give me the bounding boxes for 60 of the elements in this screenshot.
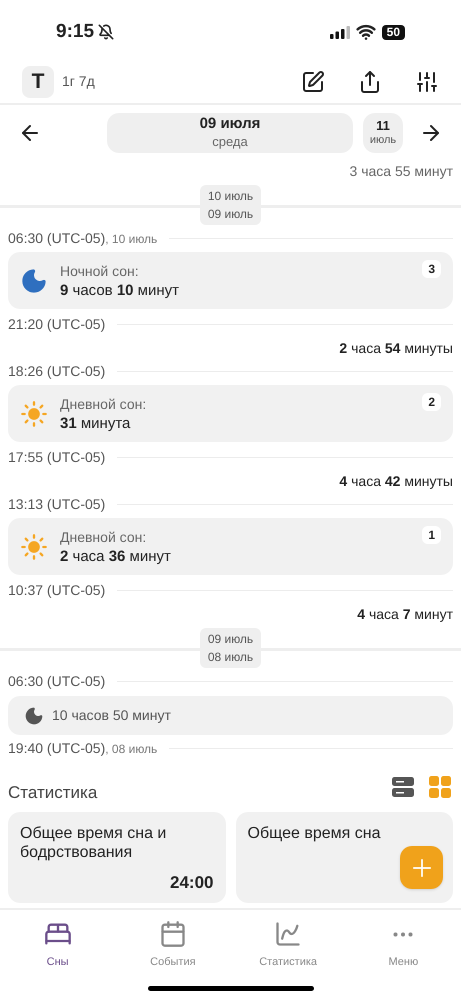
share-icon[interactable] — [358, 70, 382, 94]
sleep-type: Ночной сон: — [60, 262, 140, 280]
gap-duration: 3 часа 55 минут — [350, 162, 453, 181]
time-label: 19:40 (UTC-05), 08 июль — [8, 739, 158, 758]
time-label: 06:30 (UTC-05) — [8, 672, 106, 691]
section-title: Статистика — [8, 782, 98, 804]
list-view-icon[interactable] — [391, 776, 415, 798]
moon-icon — [24, 706, 44, 726]
date-label: 10 июль — [208, 188, 254, 205]
time-label: 21:20 (UTC-05) — [8, 315, 106, 334]
status-time: 9:15 — [56, 20, 94, 44]
time-label: 06:30 (UTC-05), 10 июль — [8, 229, 158, 248]
stat-card[interactable]: Общее время сна — [236, 812, 453, 903]
sleep-card[interactable]: 10 часов 50 минут — [8, 696, 453, 735]
time-label: 18:26 (UTC-05) — [8, 362, 106, 381]
sleep-card[interactable]: Ночной сон: 9 часов 10 минут 3 — [8, 252, 453, 309]
count-badge: 2 — [422, 393, 441, 411]
sleep-duration: 9 часов 10 минут — [60, 280, 180, 300]
time-label: 17:55 (UTC-05) — [8, 448, 106, 467]
time-label: 13:13 (UTC-05) — [8, 495, 106, 514]
bell-off-icon — [98, 24, 114, 40]
stat-title: Общее время сна — [248, 824, 382, 843]
count-badge: 3 — [422, 260, 441, 278]
child-age: 1г 7д — [62, 72, 95, 91]
sleep-type: Дневной сон: — [60, 394, 148, 414]
current-date-button[interactable]: 09 июля среда — [107, 113, 353, 153]
gap-duration: 4 часа 42 минуты — [339, 472, 453, 491]
sun-icon — [20, 400, 48, 428]
sleep-card[interactable]: Дневной сон: 2 часа 36 минут 1 — [8, 518, 453, 575]
sleep-duration: 10 часов 50 минут — [52, 706, 171, 725]
stat-value: 24:00 — [170, 872, 214, 894]
count-badge: 1 — [422, 526, 441, 544]
calendar-icon — [158, 920, 187, 948]
signal-icon — [330, 26, 350, 38]
avatar[interactable]: T — [22, 66, 54, 98]
date-label: 08 июль — [208, 649, 254, 666]
date-label: 09 июль — [208, 206, 254, 223]
stat-card[interactable]: Общее время сна и бодрствования 24:00 — [8, 812, 226, 903]
tab-bar-item[interactable]: Статистика — [238, 920, 338, 970]
edit-icon[interactable] — [301, 70, 325, 94]
next-date-button[interactable]: 11 июль — [363, 113, 403, 153]
sleep-duration: 2 часа 36 минут — [60, 546, 172, 566]
wifi-icon — [356, 22, 376, 42]
tab-bar-item[interactable]: События — [122, 920, 223, 970]
gap-duration: 4 часа 7 минут — [357, 604, 453, 624]
sun-icon — [20, 532, 48, 560]
tab-bar-item[interactable]: Меню — [353, 920, 454, 970]
battery-indicator: 50 — [382, 24, 405, 40]
time-label: 10:37 (UTC-05) — [8, 581, 106, 600]
filter-icon[interactable] — [415, 70, 439, 94]
stat-title: Общее время сна и бодрствования — [20, 824, 168, 862]
more-icon — [393, 932, 414, 936]
tab-bar-item[interactable]: Сны — [8, 920, 108, 970]
sleep-card[interactable]: Дневной сон: 31 минута 2 — [8, 385, 453, 442]
chart-icon — [274, 920, 302, 948]
gap-duration: 2 часа 54 минуты — [339, 338, 453, 358]
moon-icon — [20, 266, 48, 294]
sleep-type: Дневной сон: — [60, 528, 148, 546]
date-label: 09 июль — [208, 631, 254, 648]
sleep-duration: 31 минута — [60, 414, 132, 434]
